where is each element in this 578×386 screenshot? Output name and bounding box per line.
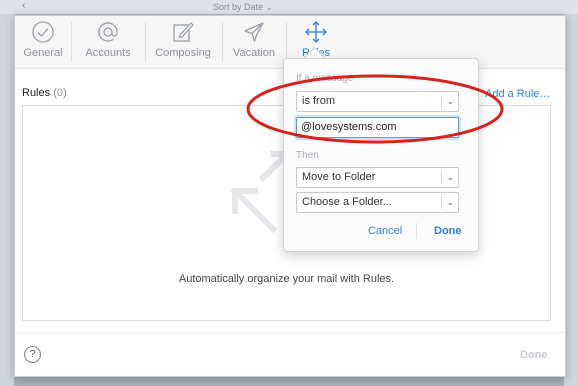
airplane-icon — [244, 22, 264, 42]
folder-select-value: Choose a Folder... — [302, 196, 392, 208]
empty-state-message: Automatically organize your mail with Ru… — [178, 273, 395, 285]
tab-vacation[interactable]: Vacation — [229, 20, 279, 59]
toolbar-divider — [286, 22, 287, 62]
tab-composing[interactable]: Composing — [152, 20, 214, 59]
back-chevron-icon[interactable]: ‹ — [22, 0, 25, 11]
popover-done-button[interactable]: Done — [434, 225, 462, 237]
select-separator — [441, 196, 442, 209]
chevron-down-icon: ⌄ — [446, 172, 454, 182]
help-button[interactable]: ? — [24, 346, 41, 363]
button-divider — [416, 223, 417, 239]
action-select[interactable]: Move to Folder ⌄ — [296, 167, 459, 188]
done-button[interactable]: Done — [520, 349, 548, 361]
tab-general[interactable]: General — [23, 20, 63, 59]
if-label: If a message — [296, 73, 354, 84]
background-window-right — [564, 14, 578, 386]
tab-vacation-label: Vacation — [233, 47, 275, 59]
toolbar-divider — [71, 22, 72, 62]
toolbar-divider — [145, 22, 146, 62]
action-select-value: Move to Folder — [302, 171, 376, 183]
sort-by-menu[interactable]: Sort by Date ⌄ — [213, 2, 273, 13]
rules-heading: Rules (0) — [22, 87, 67, 99]
footer-divider — [15, 332, 565, 333]
new-rule-popover: If a message is from ⌄ @lovesystems.com … — [283, 58, 479, 252]
chevron-down-icon: ⌄ — [446, 96, 454, 106]
add-rule-link[interactable]: Add a Rule… — [485, 88, 550, 100]
select-separator — [441, 171, 442, 184]
toolbar-divider — [222, 22, 223, 62]
tab-composing-label: Composing — [155, 47, 211, 59]
background-window-left — [0, 14, 14, 386]
move-arrows-icon — [305, 21, 327, 43]
select-separator — [441, 95, 442, 108]
condition-select-value: is from — [302, 95, 335, 107]
condition-value-input[interactable]: @lovesystems.com — [296, 117, 459, 138]
tab-accounts[interactable]: Accounts — [79, 20, 137, 59]
tab-accounts-label: Accounts — [85, 47, 131, 59]
checkmark-circle-icon — [32, 21, 54, 43]
cancel-button[interactable]: Cancel — [368, 225, 402, 237]
chevron-down-icon: ⌄ — [446, 197, 454, 207]
condition-value-text: @lovesystems.com — [301, 121, 397, 133]
rules-title-text: Rules — [22, 87, 51, 99]
at-sign-icon — [98, 22, 118, 42]
condition-select[interactable]: is from ⌄ — [296, 91, 459, 112]
then-label: Then — [296, 150, 319, 161]
pencil-square-icon — [173, 22, 194, 42]
background-window-bar: ‹ Sort by Date ⌄ — [0, 0, 578, 15]
folder-select[interactable]: Choose a Folder... ⌄ — [296, 192, 459, 213]
rules-count: (0) — [53, 87, 67, 99]
tab-general-label: General — [23, 47, 63, 59]
